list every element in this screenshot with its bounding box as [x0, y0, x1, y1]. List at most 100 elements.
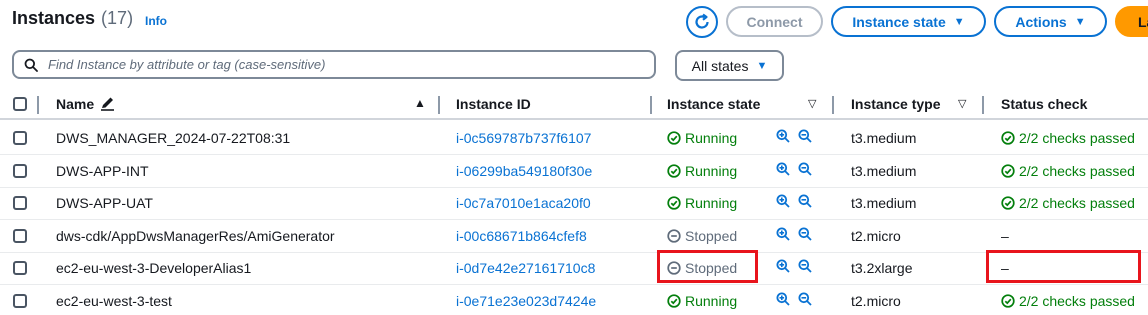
status-check: 2/2 checks passed: [1001, 163, 1135, 179]
column-divider: [832, 96, 834, 114]
column-divider: [982, 96, 984, 114]
instances-header: Instances (17) Info Connect Instance stat…: [0, 0, 1148, 42]
instance-state: Running: [667, 293, 737, 309]
zoom-in-icon[interactable]: [776, 129, 790, 143]
select-all-checkbox[interactable]: [13, 97, 27, 111]
zoom-out-icon[interactable]: [798, 162, 812, 176]
check-circle-icon: [667, 196, 681, 210]
column-header-instance-state[interactable]: Instance state: [667, 96, 760, 112]
zoom-in-icon[interactable]: [776, 227, 790, 241]
caret-down-icon: ▼: [953, 15, 965, 28]
column-header-name[interactable]: Name: [56, 96, 115, 112]
row-checkbox[interactable]: [13, 294, 27, 308]
instance-id-link[interactable]: i-0d7e42e27161710c8: [456, 260, 595, 276]
instance-id-link[interactable]: i-00c68671b864cfef8: [456, 228, 587, 244]
row-checkbox[interactable]: [13, 196, 27, 211]
zoom-out-icon[interactable]: [798, 194, 812, 208]
sort-ascending-icon[interactable]: ▲: [414, 96, 426, 110]
instance-type: t3.2xlarge: [851, 260, 913, 277]
launch-label: La: [1138, 13, 1148, 30]
instance-name: ec2-eu-west-3-DeveloperAlias1: [56, 260, 252, 277]
state-zoom-controls: [776, 194, 812, 208]
edit-pencil-icon: [101, 97, 115, 111]
state-zoom-controls: [776, 227, 812, 241]
column-divider: [438, 96, 440, 114]
column-divider: [650, 96, 652, 114]
table-row[interactable]: DWS-APP-INT i-06299ba549180f30e Running t3.…: [0, 155, 1148, 188]
check-circle-icon: [1001, 131, 1015, 145]
column-filter-icon[interactable]: ▽: [958, 97, 966, 110]
status-check-text: 2/2 checks passed: [1019, 162, 1135, 179]
check-circle-icon: [667, 131, 681, 145]
table-row[interactable]: ec2-eu-west-3-DeveloperAlias1 i-0d7e42e27…: [0, 252, 1148, 286]
info-link[interactable]: Info: [145, 14, 167, 28]
instance-id-link[interactable]: i-0e71e23e023d7424e: [456, 293, 596, 309]
instance-id-link[interactable]: i-0c7a7010e1aca20f0: [456, 195, 591, 211]
zoom-out-icon[interactable]: [798, 292, 812, 306]
instance-type: t3.medium: [851, 195, 917, 212]
row-checkbox[interactable]: [13, 228, 27, 243]
instance-type: t3.medium: [851, 162, 917, 179]
instance-state-text: Running: [685, 162, 738, 179]
caret-down-icon: ▼: [1074, 15, 1086, 28]
zoom-out-icon[interactable]: [798, 129, 812, 143]
zoom-in-icon[interactable]: [776, 292, 790, 306]
table-row[interactable]: DWS_MANAGER_2024-07-22T08:31 i-0c569787b7…: [0, 122, 1148, 155]
instance-name: dws-cdk/AppDwsManagerRes/AmiGenerator: [56, 227, 335, 244]
zoom-out-icon[interactable]: [798, 259, 812, 274]
instance-id-link[interactable]: i-0c569787b737f6107: [456, 130, 591, 146]
table-row[interactable]: DWS-APP-UAT i-0c7a7010e1aca20f0 Running t3.…: [0, 187, 1148, 221]
zoom-in-icon[interactable]: [776, 162, 790, 176]
row-checkbox[interactable]: [13, 131, 27, 145]
page-title-text: Instances: [12, 8, 96, 28]
state-filter-select[interactable]: All states ▼: [675, 50, 784, 81]
refresh-button[interactable]: [686, 6, 718, 38]
status-check-text: –: [1001, 227, 1009, 244]
zoom-out-icon[interactable]: [798, 227, 812, 241]
zoom-in-icon[interactable]: [776, 194, 790, 208]
check-circle-icon: [667, 163, 681, 178]
check-circle-icon: [1001, 163, 1015, 178]
caret-down-icon: ▼: [756, 59, 768, 72]
state-zoom-controls: [776, 292, 812, 306]
instance-state: Running: [667, 195, 737, 211]
column-header-status-check[interactable]: Status check: [1001, 96, 1087, 112]
table-row[interactable]: dws-cdk/AppDwsManagerRes/AmiGenerator i-0…: [0, 220, 1148, 253]
table-row[interactable]: ec2-eu-west-3-test i-0e71e23e023d7424e Run…: [0, 285, 1148, 315]
column-header-instance-id[interactable]: Instance ID: [456, 96, 531, 112]
page-title: Instances (17): [12, 8, 133, 29]
actions-button[interactable]: Actions ▼: [994, 6, 1107, 37]
column-header-instance-type[interactable]: Instance type: [851, 96, 940, 112]
status-check: 2/2 checks passed: [1001, 195, 1135, 211]
highlight-stopped-state: [657, 250, 758, 283]
instance-state: Running: [667, 163, 737, 179]
instance-name: DWS-APP-UAT: [56, 195, 153, 212]
instance-state-text: Running: [685, 293, 738, 309]
connect-label: Connect: [746, 13, 803, 30]
column-filter-icon[interactable]: ▽: [808, 97, 816, 110]
refresh-icon: [695, 13, 709, 29]
status-check: 2/2 checks passed: [1001, 130, 1135, 146]
connect-button[interactable]: Connect: [726, 6, 823, 37]
check-circle-icon: [667, 294, 681, 308]
instance-type: t2.micro: [851, 227, 901, 244]
instance-state-text: Running: [685, 195, 738, 212]
state-zoom-controls: [776, 259, 812, 274]
status-check: –: [1001, 228, 1009, 244]
search-input[interactable]: Find Instance by attribute or tag (case-…: [12, 50, 656, 79]
instance-state-text: Running: [685, 130, 738, 146]
highlight-status-empty: [986, 250, 1141, 283]
instance-name: DWS-APP-INT: [56, 162, 149, 179]
row-checkbox[interactable]: [13, 163, 27, 178]
stopped-circle-icon: [667, 229, 681, 243]
check-circle-icon: [1001, 196, 1015, 210]
instance-id-link[interactable]: i-06299ba549180f30e: [456, 163, 592, 179]
launch-instances-button[interactable]: La: [1115, 6, 1148, 37]
zoom-in-icon[interactable]: [776, 259, 790, 274]
column-header-name-label: Name: [56, 96, 95, 112]
row-checkbox[interactable]: [13, 261, 27, 276]
actions-label: Actions: [1015, 13, 1067, 30]
status-check-text: 2/2 checks passed: [1019, 293, 1135, 309]
instance-type: t2.micro: [851, 293, 901, 309]
instance-state-button[interactable]: Instance state ▼: [831, 6, 986, 37]
